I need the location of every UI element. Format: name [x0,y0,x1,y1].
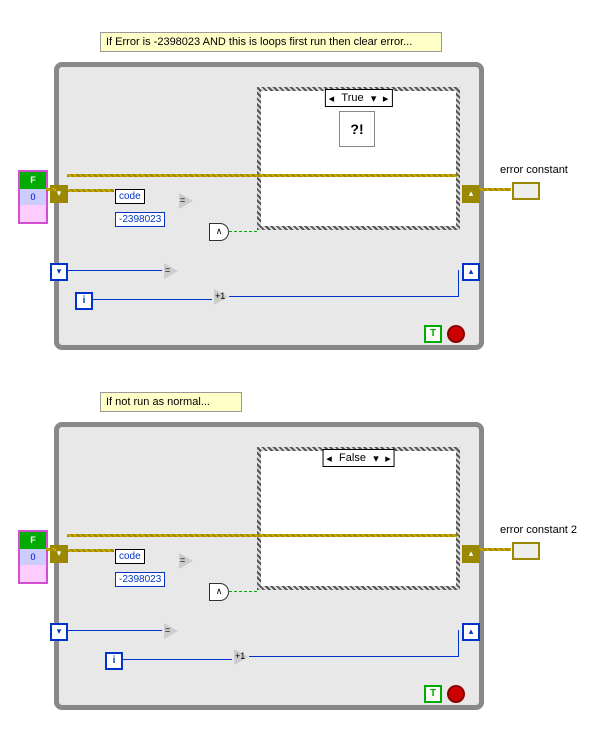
true-constant-1[interactable]: T [424,325,442,343]
case-dropdown-icon-2[interactable]: ▾ [370,452,382,465]
code-zero: 0 [20,189,46,206]
comment-top: If Error is -2398023 AND this is loops f… [100,32,442,52]
equal-code-2 [179,553,193,569]
error-wire-top-1 [67,174,457,177]
iter-wire-1 [92,299,212,300]
true-constant-2[interactable]: T [424,685,442,703]
case-dropdown-icon[interactable]: ▾ [368,92,380,105]
error-code-constant-1[interactable]: -2398023 [115,212,165,227]
error-code-constant-2[interactable]: -2398023 [115,572,165,587]
error-out-wire-2 [479,548,511,551]
source-empty [20,205,46,222]
shiftreg-int-left-1: ▾ [50,263,68,281]
inc-up-wire-1 [458,270,459,297]
error-in-wire-2 [46,548,56,551]
error-wire-branch-1 [67,189,114,192]
sr-wire-2 [67,630,162,631]
case-value-1: True [337,92,367,104]
clear-errors-vi[interactable]: ?! [339,111,375,147]
while-loop-2: ◂ False ▾ ▸ code -2398023 ∧ i ▾ ▾ ▴ ▴ T [54,422,484,710]
error-in-constant-1[interactable]: F 0 [18,170,48,224]
and-to-case-wire-2 [229,591,257,592]
status-false-icon: F [20,172,46,189]
equal-code-1 [179,193,193,209]
iteration-terminal-2: i [105,652,123,670]
shiftreg-int-left-2: ▾ [50,623,68,641]
unbundle-code-2: code [115,549,145,564]
iteration-terminal-1: i [75,292,93,310]
shiftreg-error-right-1: ▴ [462,185,480,203]
error-indicator-2[interactable] [512,542,540,560]
shiftreg-int-right-1: ▴ [462,263,480,281]
case-prev-icon-2[interactable]: ◂ [323,452,335,465]
source-empty-2 [20,565,46,582]
stop-terminal-2 [447,685,465,703]
and-to-case-wire-1 [229,231,257,232]
increment-1 [214,289,228,305]
sr-wire-1 [67,270,162,271]
iter-wire-2 [122,659,232,660]
code-zero-2: 0 [20,549,46,566]
error-wire-top-2 [67,534,457,537]
while-loop-1: ◂ True ▾ ▸ ?! code -2398023 ∧ i ▾ ▾ ▴ ▴ … [54,62,484,350]
increment-2 [234,649,248,665]
case-structure-2: ◂ False ▾ ▸ [257,447,460,590]
stop-terminal-1 [447,325,465,343]
case-next-icon-2[interactable]: ▸ [382,452,394,465]
equal-iter-2 [164,623,178,639]
comment-bottom: If not run as normal... [100,392,242,412]
clear-errors-icon: ?! [350,121,363,137]
error-in-wire-1 [46,188,56,191]
case-structure-1: ◂ True ▾ ▸ ?! [257,87,460,230]
case-selector-2[interactable]: ◂ False ▾ ▸ [322,449,395,467]
and-gate-1: ∧ [209,223,229,241]
case-selector-1[interactable]: ◂ True ▾ ▸ [324,89,392,107]
error-indicator-label-1: error constant [500,164,568,176]
shiftreg-int-right-2: ▴ [462,623,480,641]
inc-out-wire-1 [229,296,459,297]
case-value-2: False [335,452,370,464]
error-in-constant-2[interactable]: F 0 [18,530,48,584]
error-indicator-1[interactable] [512,182,540,200]
case-next-icon[interactable]: ▸ [380,92,392,105]
equal-iter-1 [164,263,178,279]
error-wire-branch-2 [67,549,114,552]
error-out-wire-1 [479,188,511,191]
unbundle-code-1: code [115,189,145,204]
shiftreg-error-right-2: ▴ [462,545,480,563]
error-indicator-label-2: error constant 2 [500,524,577,536]
case-prev-icon[interactable]: ◂ [325,92,337,105]
inc-out-wire-2 [249,656,459,657]
inc-up-wire-2 [458,630,459,657]
and-gate-2: ∧ [209,583,229,601]
status-false-icon-2: F [20,532,46,549]
